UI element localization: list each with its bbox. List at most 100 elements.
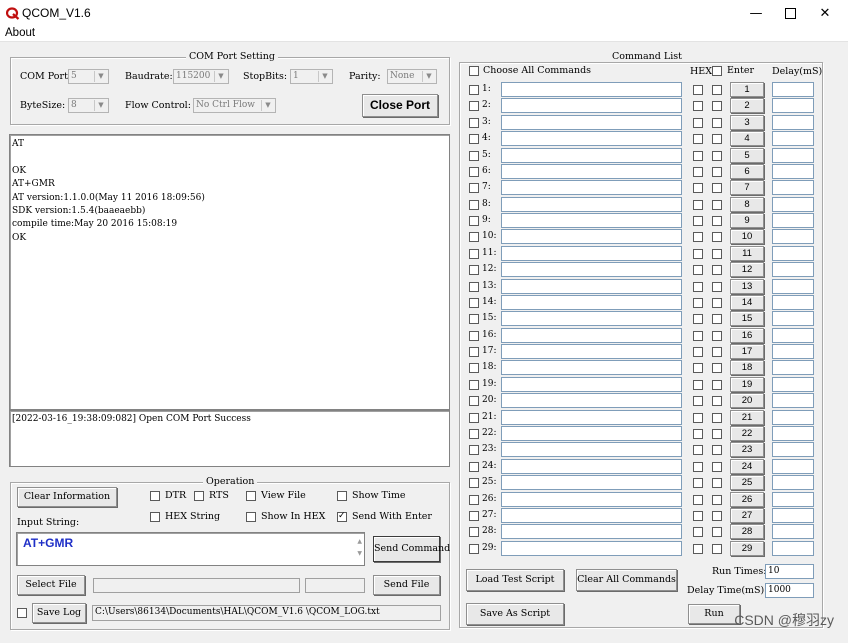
enter-all-checkbox[interactable]: [712, 66, 722, 76]
command-input[interactable]: [501, 524, 682, 539]
command-select-checkbox[interactable]: [469, 216, 479, 226]
command-input[interactable]: [501, 377, 682, 392]
command-hex-checkbox[interactable]: [693, 232, 703, 242]
command-delay-input[interactable]: [772, 246, 814, 261]
command-hex-checkbox[interactable]: [693, 380, 703, 390]
command-delay-input[interactable]: [772, 426, 814, 441]
command-select-checkbox[interactable]: [469, 232, 479, 242]
command-select-checkbox[interactable]: [469, 380, 479, 390]
command-input[interactable]: [501, 279, 682, 294]
command-send-button[interactable]: 3: [730, 115, 764, 130]
command-enter-checkbox[interactable]: [712, 118, 722, 128]
command-select-checkbox[interactable]: [469, 511, 479, 521]
command-hex-checkbox[interactable]: [693, 200, 703, 210]
command-delay-input[interactable]: [772, 492, 814, 507]
command-enter-checkbox[interactable]: [712, 314, 722, 324]
command-enter-checkbox[interactable]: [712, 462, 722, 472]
command-select-checkbox[interactable]: [469, 413, 479, 423]
command-hex-checkbox[interactable]: [693, 118, 703, 128]
command-input[interactable]: [501, 164, 682, 179]
parity-select[interactable]: None ▼: [387, 69, 437, 84]
command-enter-checkbox[interactable]: [712, 347, 722, 357]
command-input[interactable]: [501, 311, 682, 326]
command-input[interactable]: [501, 360, 682, 375]
command-select-checkbox[interactable]: [469, 265, 479, 275]
command-select-checkbox[interactable]: [469, 331, 479, 341]
baudrate-select[interactable]: 115200 ▼: [173, 69, 229, 84]
command-input[interactable]: [501, 229, 682, 244]
command-enter-checkbox[interactable]: [712, 167, 722, 177]
command-send-button[interactable]: 13: [730, 279, 764, 294]
command-send-button[interactable]: 2: [730, 98, 764, 113]
dtr-checkbox[interactable]: [150, 491, 160, 501]
command-delay-input[interactable]: [772, 262, 814, 277]
close-port-button[interactable]: Close Port: [362, 94, 438, 117]
command-select-checkbox[interactable]: [469, 478, 479, 488]
command-select-checkbox[interactable]: [469, 544, 479, 554]
command-input[interactable]: [501, 541, 682, 556]
command-select-checkbox[interactable]: [469, 462, 479, 472]
send-command-button[interactable]: Send Command: [373, 536, 450, 562]
command-enter-checkbox[interactable]: [712, 363, 722, 373]
command-delay-input[interactable]: [772, 115, 814, 130]
command-send-button[interactable]: 8: [730, 197, 764, 212]
command-hex-checkbox[interactable]: [693, 101, 703, 111]
command-send-button[interactable]: 15: [730, 311, 764, 326]
command-delay-input[interactable]: [772, 344, 814, 359]
command-select-checkbox[interactable]: [469, 396, 479, 406]
command-delay-input[interactable]: [772, 180, 814, 195]
command-enter-checkbox[interactable]: [712, 200, 722, 210]
clear-all-commands-button[interactable]: Clear All Commands: [576, 569, 677, 591]
command-hex-checkbox[interactable]: [693, 183, 703, 193]
command-enter-checkbox[interactable]: [712, 429, 722, 439]
command-send-button[interactable]: 26: [730, 492, 764, 507]
flow-control-select[interactable]: No Ctrl Flow ▼: [193, 98, 276, 113]
rts-checkbox[interactable]: [194, 491, 204, 501]
command-send-button[interactable]: 16: [730, 328, 764, 343]
command-send-button[interactable]: 5: [730, 148, 764, 163]
command-hex-checkbox[interactable]: [693, 429, 703, 439]
command-delay-input[interactable]: [772, 524, 814, 539]
com-port-select[interactable]: 5 ▼: [68, 69, 109, 84]
command-select-checkbox[interactable]: [469, 249, 479, 259]
command-send-button[interactable]: 25: [730, 475, 764, 490]
command-delay-input[interactable]: [772, 164, 814, 179]
command-hex-checkbox[interactable]: [693, 249, 703, 259]
command-select-checkbox[interactable]: [469, 527, 479, 537]
command-enter-checkbox[interactable]: [712, 445, 722, 455]
command-input[interactable]: [501, 459, 682, 474]
command-input[interactable]: [501, 475, 682, 490]
view-file-checkbox[interactable]: [246, 491, 256, 501]
command-enter-checkbox[interactable]: [712, 544, 722, 554]
command-enter-checkbox[interactable]: [712, 478, 722, 488]
menu-about[interactable]: About: [5, 27, 35, 39]
command-enter-checkbox[interactable]: [712, 331, 722, 341]
command-hex-checkbox[interactable]: [693, 347, 703, 357]
save-log-checkbox[interactable]: [17, 608, 27, 618]
log-text-area[interactable]: [2022-03-16_19:38:09:082] Open COM Port …: [9, 410, 450, 467]
command-send-button[interactable]: 6: [730, 164, 764, 179]
command-input[interactable]: [501, 82, 682, 97]
select-file-button[interactable]: Select File: [17, 575, 85, 595]
command-hex-checkbox[interactable]: [693, 85, 703, 95]
command-delay-input[interactable]: [772, 279, 814, 294]
command-send-button[interactable]: 1: [730, 82, 764, 97]
command-hex-checkbox[interactable]: [693, 495, 703, 505]
command-input[interactable]: [501, 426, 682, 441]
input-string-field[interactable]: AT+GMR ▲ ▼: [16, 532, 365, 566]
show-time-checkbox[interactable]: [337, 491, 347, 501]
delay-time-input[interactable]: 1000: [765, 583, 814, 598]
command-input[interactable]: [501, 508, 682, 523]
save-as-script-button[interactable]: Save As Script: [466, 603, 564, 625]
command-input[interactable]: [501, 410, 682, 425]
choose-all-checkbox[interactable]: [469, 66, 479, 76]
command-hex-checkbox[interactable]: [693, 167, 703, 177]
command-hex-checkbox[interactable]: [693, 314, 703, 324]
command-enter-checkbox[interactable]: [712, 85, 722, 95]
command-input[interactable]: [501, 262, 682, 277]
command-select-checkbox[interactable]: [469, 429, 479, 439]
command-enter-checkbox[interactable]: [712, 298, 722, 308]
command-delay-input[interactable]: [772, 360, 814, 375]
command-send-button[interactable]: 11: [730, 246, 764, 261]
log-path-field[interactable]: C:\Users\86134\Documents\HAL\QCOM_V1.6 \…: [92, 605, 441, 621]
